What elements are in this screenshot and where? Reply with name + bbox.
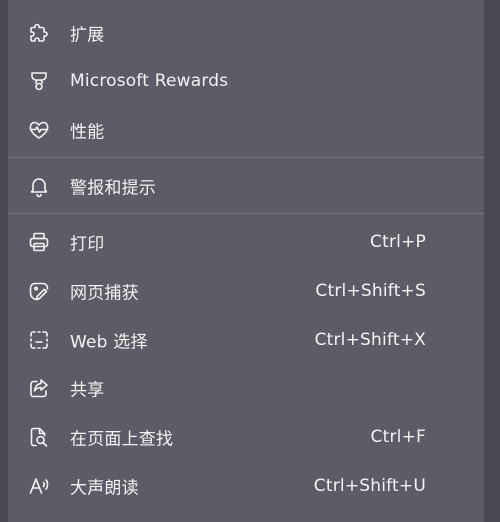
rewards-trophy-icon: [26, 68, 52, 94]
menu-item-label: 大声朗读: [70, 478, 139, 499]
menu-item-label: Microsoft Rewards: [70, 71, 229, 91]
menu-item-label: 扩展: [70, 25, 105, 46]
capture-icon: [26, 278, 52, 304]
shortcut-text: Ctrl+Shift+S: [315, 281, 426, 301]
menu-item-web-select[interactable]: Web 选择 Ctrl+Shift+X: [8, 317, 484, 363]
share-icon: [26, 375, 52, 401]
menu-item-label: 打印: [70, 234, 105, 255]
browser-settings-menu: 扩展 Microsoft Rewards 性能 警报和提示 打印 Ctrl+P …: [8, 0, 484, 522]
menu-item-print[interactable]: 打印 Ctrl+P: [8, 219, 484, 265]
menu-item-share[interactable]: 共享: [8, 365, 484, 411]
menu-divider: [8, 213, 484, 214]
menu-item-label: 网页捕获: [70, 283, 139, 304]
menu-item-label: 性能: [70, 122, 105, 143]
read-aloud-icon: [26, 473, 52, 499]
menu-item-web-capture[interactable]: 网页捕获 Ctrl+Shift+S: [8, 268, 484, 314]
menu-item-label: 警报和提示: [70, 178, 156, 199]
find-page-icon: [26, 424, 52, 450]
menu-item-read-aloud[interactable]: 大声朗读 Ctrl+Shift+U: [8, 463, 484, 509]
menu-bottom-edge: [8, 512, 484, 522]
menu-item-label: 共享: [70, 380, 105, 401]
shortcut-text: Ctrl+Shift+U: [313, 476, 426, 496]
bell-icon: [26, 173, 52, 199]
shortcut-text: Ctrl+F: [370, 427, 426, 447]
menu-item-label: Web 选择: [70, 332, 148, 353]
heart-pulse-icon: [26, 117, 52, 143]
shortcut-text: Ctrl+P: [370, 232, 426, 252]
menu-item-label: 在页面上查找: [70, 429, 174, 450]
menu-item-performance[interactable]: 性能: [8, 107, 484, 153]
menu-item-find-on-page[interactable]: 在页面上查找 Ctrl+F: [8, 414, 484, 460]
menu-item-microsoft-rewards[interactable]: Microsoft Rewards: [8, 58, 484, 104]
menu-divider: [8, 157, 484, 158]
web-select-icon: [26, 327, 52, 353]
shortcut-text: Ctrl+Shift+X: [314, 330, 426, 350]
menu-item-extensions[interactable]: 扩展: [8, 10, 484, 56]
printer-icon: [26, 229, 52, 255]
puzzle-icon: [26, 20, 52, 46]
menu-item-alerts-and-tips[interactable]: 警报和提示: [8, 163, 484, 209]
